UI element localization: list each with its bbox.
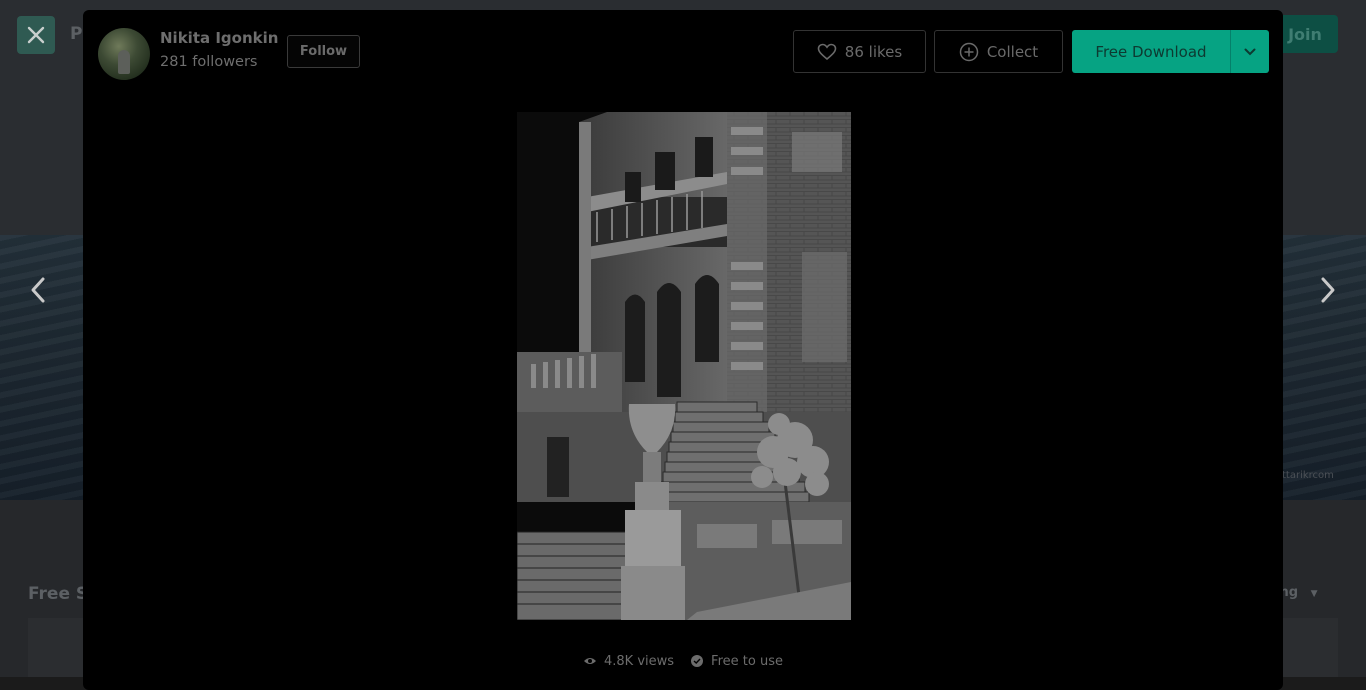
close-icon bbox=[27, 26, 45, 44]
check-circle-icon bbox=[691, 655, 704, 667]
next-photo-button[interactable] bbox=[1310, 272, 1346, 308]
author-followers: 281 followers bbox=[160, 54, 258, 70]
previous-photo-button[interactable] bbox=[20, 272, 56, 308]
close-button[interactable] bbox=[17, 16, 55, 54]
license-label: Free to use bbox=[711, 653, 783, 669]
main-photo[interactable] bbox=[517, 112, 851, 620]
collect-button[interactable]: Collect bbox=[934, 30, 1063, 73]
photo-stats: 4.8K views Free to use bbox=[583, 651, 783, 671]
eye-icon bbox=[584, 658, 596, 664]
background-credit: ttarikrcom bbox=[1282, 470, 1334, 481]
license-stat[interactable]: Free to use bbox=[690, 654, 783, 669]
sort-caret-icon: ▼ bbox=[1310, 589, 1318, 599]
views-stat: 4.8K views bbox=[583, 654, 674, 669]
chevron-right-icon bbox=[1321, 277, 1335, 303]
background-card bbox=[28, 618, 83, 677]
download-options-button[interactable] bbox=[1230, 30, 1269, 73]
chevron-left-icon bbox=[31, 277, 45, 303]
photo-modal: Nikita Igonkin 281 followers Follow 86 l… bbox=[83, 10, 1283, 690]
collect-label: Collect bbox=[986, 42, 1039, 61]
like-button[interactable]: 86 likes bbox=[793, 30, 926, 73]
background-nav-text: P bbox=[70, 24, 83, 44]
heart-icon bbox=[817, 43, 837, 60]
views-count: 4.8K views bbox=[604, 653, 675, 669]
background-card bbox=[1283, 618, 1338, 677]
plus-circle-icon bbox=[959, 42, 979, 61]
building-photo-image bbox=[517, 112, 851, 620]
chevron-down-icon bbox=[1244, 48, 1256, 55]
follow-button[interactable]: Follow bbox=[287, 35, 360, 68]
background-section-title: Free S bbox=[28, 584, 89, 604]
author-name[interactable]: Nikita Igonkin bbox=[160, 29, 278, 47]
likes-label: 86 likes bbox=[844, 42, 903, 61]
free-download-button[interactable]: Free Download bbox=[1072, 30, 1230, 73]
author-avatar[interactable] bbox=[98, 28, 150, 80]
